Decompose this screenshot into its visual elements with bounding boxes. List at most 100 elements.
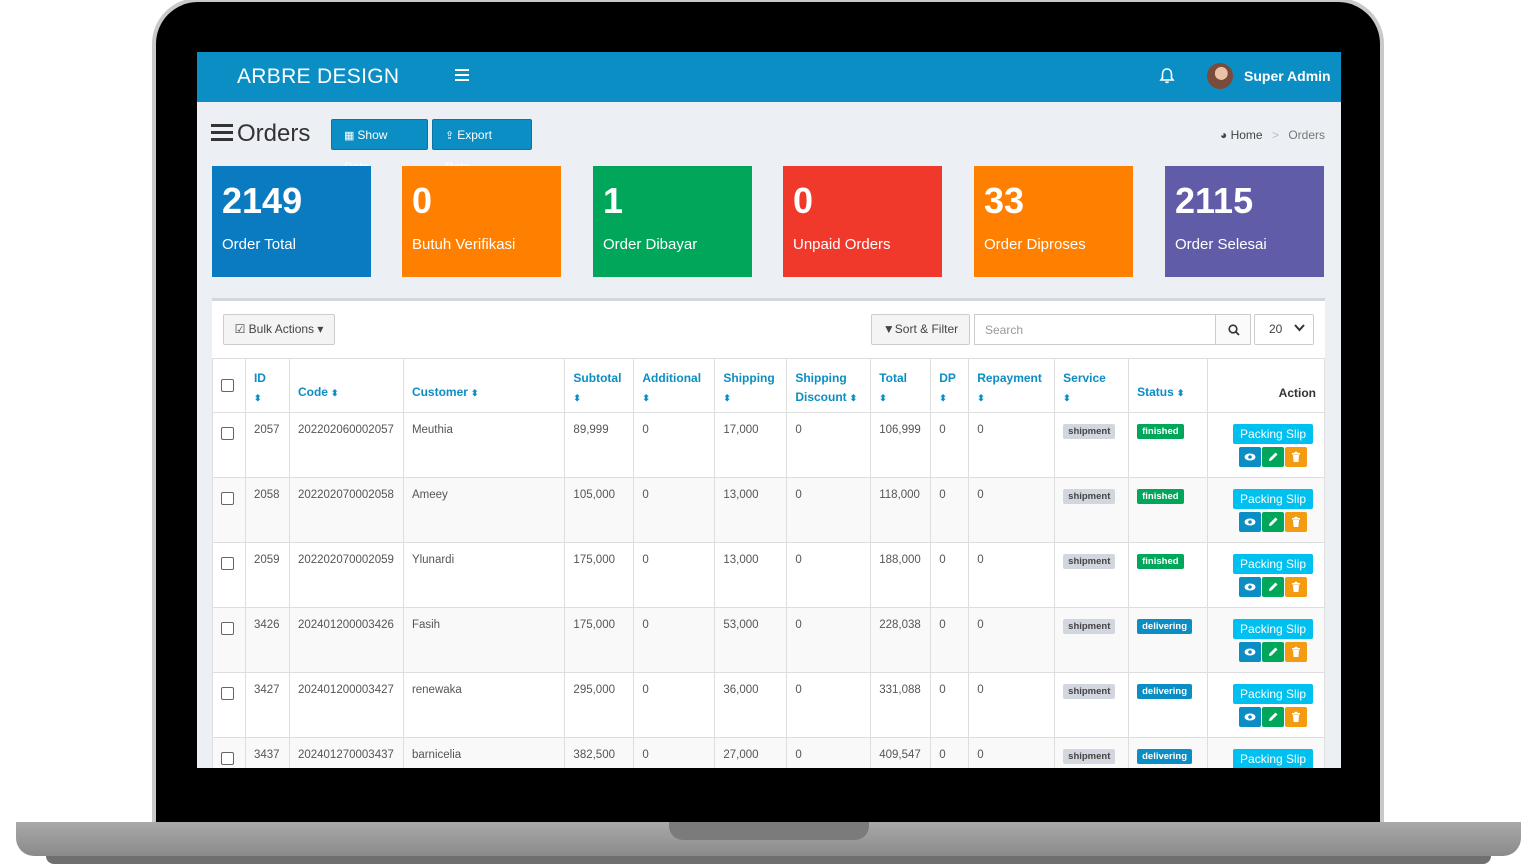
row-select-cell: [212, 672, 246, 738]
delete-button[interactable]: [1284, 512, 1307, 532]
search-input[interactable]: [974, 314, 1216, 345]
trash-icon: [1291, 516, 1300, 527]
cell-service: shipment: [1054, 412, 1130, 478]
col-code[interactable]: Code ⬍: [288, 358, 404, 413]
edit-button[interactable]: [1261, 577, 1284, 597]
select-all-cell: [212, 358, 246, 413]
stat-label: Order Diproses: [984, 236, 1086, 253]
view-button[interactable]: [1238, 642, 1261, 662]
cell-status: delivering: [1128, 737, 1209, 768]
stat-card-order-diproses[interactable]: 33 Order Diproses: [974, 166, 1133, 277]
cell-id: 2058: [244, 477, 290, 543]
cell-total: 188,000: [870, 542, 932, 608]
stat-value: 0: [412, 180, 433, 221]
cell-shipping: 53,000: [714, 607, 788, 673]
cell-subtotal: 105,000: [564, 477, 635, 543]
row-checkbox[interactable]: [221, 622, 234, 635]
edit-button[interactable]: [1261, 707, 1284, 727]
sort-icon: ⬍: [723, 393, 731, 403]
row-select-cell: [212, 737, 246, 768]
stat-card-unpaid-orders[interactable]: 0 Unpaid Orders: [783, 166, 942, 277]
search-button[interactable]: [1215, 314, 1251, 345]
menu-toggle-icon[interactable]: [455, 69, 469, 81]
select-all-checkbox[interactable]: [221, 378, 234, 392]
service-badge: shipment: [1063, 554, 1116, 569]
cell-shipping-discount: 0: [786, 542, 872, 608]
stat-value: 2115: [1175, 180, 1254, 221]
view-button[interactable]: [1238, 447, 1261, 467]
table-row: 3426 202401200003426 Fasih 175,000 0 53,…: [212, 607, 1325, 673]
packing-slip-button[interactable]: Packing Slip: [1233, 749, 1314, 768]
show-data-button[interactable]: ▦Show Data: [331, 119, 428, 174]
col-customer[interactable]: Customer ⬍: [402, 358, 566, 413]
delete-button[interactable]: [1284, 577, 1307, 597]
col-status[interactable]: Status ⬍: [1128, 358, 1209, 413]
service-badge: shipment: [1063, 619, 1116, 634]
row-checkbox[interactable]: [221, 752, 234, 765]
edit-button[interactable]: [1261, 447, 1284, 467]
cell-shipping-discount: 0: [786, 737, 872, 768]
col-subtotal[interactable]: Subtotal ⬍: [564, 358, 635, 413]
avatar[interactable]: [1207, 63, 1233, 89]
col-total[interactable]: Total ⬍: [870, 358, 932, 413]
cell-status: finished: [1128, 542, 1209, 608]
breadcrumb-current: Orders: [1288, 128, 1325, 142]
cell-total: 409,547: [870, 737, 932, 768]
cell-customer: renewaka: [402, 672, 566, 738]
stat-card-order-dibayar[interactable]: 1 Order Dibayar: [593, 166, 752, 277]
col-shipping-discount[interactable]: Shipping Discount ⬍: [786, 358, 872, 413]
stat-card-order-total[interactable]: 2149 Order Total: [212, 166, 371, 277]
cell-additional: 0: [633, 607, 716, 673]
cell-shipping-discount: 0: [786, 607, 872, 673]
sort-icon: ⬍: [977, 393, 985, 403]
breadcrumb-home[interactable]: Home: [1231, 128, 1263, 142]
cell-code: 202202070002059: [288, 542, 404, 608]
packing-slip-button[interactable]: Packing Slip: [1233, 554, 1314, 574]
cell-repayment: 0: [968, 477, 1056, 543]
col-shipping[interactable]: Shipping ⬍: [714, 358, 788, 413]
cell-repayment: 0: [968, 737, 1056, 768]
stat-card-butuh-verifikasi[interactable]: 0 Butuh Verifikasi: [402, 166, 561, 277]
packing-slip-button[interactable]: Packing Slip: [1233, 684, 1314, 704]
packing-slip-button[interactable]: Packing Slip: [1233, 424, 1314, 444]
per-page-select[interactable]: 20: [1254, 314, 1314, 345]
export-data-button[interactable]: ⇪Export Data: [432, 119, 532, 174]
user-menu-name[interactable]: Super Admin: [1244, 68, 1331, 84]
row-checkbox[interactable]: [221, 557, 234, 570]
edit-button[interactable]: [1261, 512, 1284, 532]
stat-card-order-selesai[interactable]: 2115 Order Selesai: [1165, 166, 1324, 277]
stat-value: 2149: [222, 180, 303, 221]
list-icon: [211, 124, 233, 142]
col-id[interactable]: ID ⬍: [244, 358, 290, 413]
col-service[interactable]: Service ⬍: [1054, 358, 1130, 413]
cell-customer: barnicelia: [402, 737, 566, 768]
edit-button[interactable]: [1261, 642, 1284, 662]
pencil-icon: [1268, 712, 1278, 721]
packing-slip-button[interactable]: Packing Slip: [1233, 489, 1314, 509]
eye-icon: [1244, 453, 1256, 461]
row-checkbox[interactable]: [221, 687, 234, 700]
packing-slip-button[interactable]: Packing Slip: [1233, 619, 1314, 639]
row-checkbox[interactable]: [221, 427, 234, 440]
view-button[interactable]: [1238, 512, 1261, 532]
cell-action: Packing Slip: [1207, 607, 1325, 673]
col-repayment[interactable]: Repayment ⬍: [968, 358, 1056, 413]
delete-button[interactable]: [1284, 642, 1307, 662]
brand-logo[interactable]: ARBRE DESIGN: [237, 65, 399, 89]
delete-button[interactable]: [1284, 447, 1307, 467]
sort-filter-button[interactable]: ▼Sort & Filter: [871, 314, 970, 345]
bell-icon[interactable]: [1157, 66, 1177, 86]
cell-code: 202401200003427: [288, 672, 404, 738]
sort-icon: ⬍: [470, 388, 479, 398]
cell-repayment: 0: [968, 542, 1056, 608]
row-checkbox[interactable]: [221, 492, 234, 505]
view-button[interactable]: [1238, 577, 1261, 597]
bulk-actions-button[interactable]: ☑ Bulk Actions ▾: [223, 314, 335, 345]
cell-shipping: 13,000: [714, 477, 788, 543]
col-dp[interactable]: DP ⬍: [930, 358, 970, 413]
view-button[interactable]: [1238, 707, 1261, 727]
app-screen: ARBRE DESIGN Super Admin Orders ▦Show Da…: [197, 52, 1341, 768]
laptop-base-shadow: [46, 856, 1491, 864]
delete-button[interactable]: [1284, 707, 1307, 727]
col-additional[interactable]: Additional ⬍: [633, 358, 716, 413]
